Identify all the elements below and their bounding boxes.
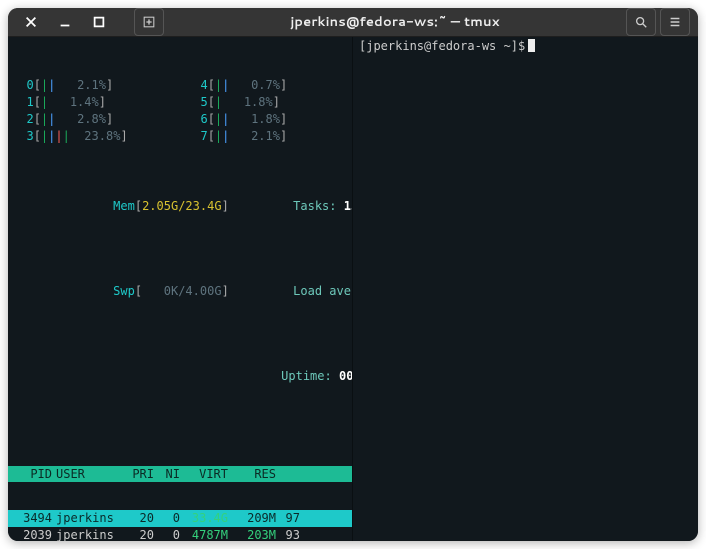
menu-button[interactable]: [660, 8, 690, 36]
cpu-meter: 7[|| 2.1%]: [186, 128, 348, 145]
table-row[interactable]: 3494jperkins 20 0 33.4G 209M 97: [8, 510, 352, 527]
table-header[interactable]: PIDUSERPRINIVIRTRES: [8, 466, 352, 482]
terminal-body: 0[|| 2.1%] 1[| 1.4%] 2[|| 2.8%] 3[|||| 2…: [8, 37, 698, 541]
cursor: [528, 39, 535, 52]
shell-prompt: [jperkins@fedora-ws ~]$: [359, 39, 692, 53]
cpu-meter: 2[|| 2.8%]: [12, 111, 174, 128]
uptime-value: 00:08:1: [339, 369, 353, 383]
maximize-icon[interactable]: [84, 8, 114, 36]
close-icon[interactable]: [16, 8, 46, 36]
tasks-label: Tasks:: [293, 199, 336, 213]
new-tab-button[interactable]: [134, 8, 164, 36]
cpu-meter: 5[| 1.8%]: [186, 94, 348, 111]
titlebar: jperkins@fedora-ws:~ — tmux: [8, 8, 698, 37]
minimize-icon[interactable]: [50, 8, 80, 36]
cpu-meter: 0[|| 2.1%]: [12, 77, 174, 94]
uptime-label: Uptime:: [281, 369, 332, 383]
table-row[interactable]: 2039jperkins 20 0 4787M 203M 93: [8, 527, 352, 541]
process-table: PIDUSERPRINIVIRTRES 3494jperkins 20 0 33…: [8, 438, 352, 541]
cpu-meter: 3[|||| 23.8%]: [12, 128, 174, 145]
load-label: Load average:: [293, 284, 353, 298]
htop-meters: 0[|| 2.1%] 1[| 1.4%] 2[|| 2.8%] 3[|||| 2…: [8, 37, 352, 438]
cpu-meter: 4[|| 0.7%]: [186, 77, 348, 94]
swp-label: Swp: [113, 284, 135, 298]
tasks-v1: 158: [344, 199, 353, 213]
mem-label: Mem: [113, 199, 135, 213]
tmux-pane-right[interactable]: [jperkins@fedora-ws ~]$: [353, 37, 698, 541]
tmux-pane-left[interactable]: 0[|| 2.1%] 1[| 1.4%] 2[|| 2.8%] 3[|||| 2…: [8, 37, 353, 541]
search-button[interactable]: [626, 8, 656, 36]
cpu-meter: 6[|| 1.8%]: [186, 111, 348, 128]
terminal-window: jperkins@fedora-ws:~ — tmux 0[|| 2.1%] 1…: [8, 8, 698, 541]
window-title: jperkins@fedora-ws:~ — tmux: [168, 13, 622, 31]
cpu-meter: 1[| 1.4%]: [12, 94, 174, 111]
